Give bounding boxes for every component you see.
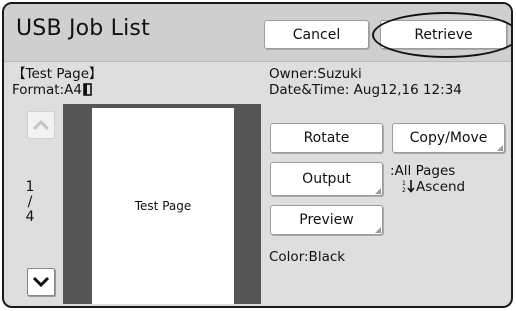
highlight-ellipse (372, 12, 511, 58)
rotate-button[interactable]: Rotate (270, 123, 383, 153)
preview-button[interactable]: Preview (270, 205, 383, 235)
job-format: Format:A4 (12, 82, 92, 98)
color-mode: Color:Black (269, 249, 346, 265)
page-separator: / (27, 194, 33, 210)
title-bar: USB Job List Cancel Retrieve (4, 4, 511, 62)
output-order: 1 2 Ascend (402, 179, 465, 195)
svg-text:1: 1 (402, 180, 406, 187)
cancel-button[interactable]: Cancel (264, 20, 369, 49)
page-title: USB Job List (16, 16, 150, 41)
page-indicator: 1 / 4 (16, 180, 44, 225)
sort-ascending-icon: 12 (402, 179, 416, 195)
page-total: 4 (25, 209, 35, 225)
page-preview-text: Test Page (134, 199, 192, 213)
output-order-text: Ascend (416, 179, 466, 195)
scroll-up-button[interactable] (27, 111, 55, 139)
usb-job-list-screen: USB Job List Cancel Retrieve 【Test Page】… (2, 2, 513, 308)
output-button[interactable]: Output (270, 162, 383, 196)
chevron-down-icon (32, 273, 50, 292)
page-preview: Test Page (92, 108, 234, 304)
job-datetime: Date&Time: Aug12,16 12:34 (269, 82, 462, 98)
svg-text:2: 2 (402, 187, 406, 193)
page-current: 1 (25, 179, 35, 195)
scroll-down-button[interactable] (27, 268, 55, 296)
job-name: 【Test Page】 (12, 66, 103, 82)
chevron-up-icon (32, 116, 50, 135)
job-owner: Owner:Suzuki (269, 66, 362, 82)
copy-move-button[interactable]: Copy/Move (392, 123, 505, 153)
portrait-paper-icon (82, 82, 92, 98)
job-format-text: Format:A4 (12, 82, 82, 98)
output-pages: :All Pages (390, 163, 456, 179)
